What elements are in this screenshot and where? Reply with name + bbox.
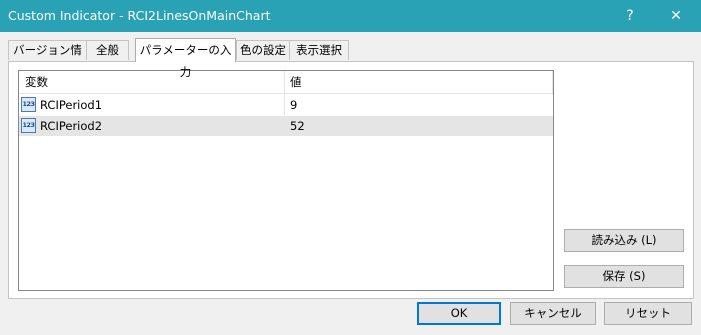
load-button[interactable]: 読み込み (L) xyxy=(564,229,684,252)
parameter-grid[interactable]: 変数 値 123 RCIPeriod1 9 123 RCIPeriod2 52 xyxy=(18,70,554,291)
reset-button[interactable]: リセット xyxy=(604,302,692,325)
tab-colors[interactable]: 色の設定 xyxy=(236,40,290,60)
ok-button[interactable]: OK xyxy=(417,302,501,325)
grid-header: 変数 値 xyxy=(19,71,553,95)
window-title: Custom Indicator - RCI2LinesOnMainChart xyxy=(8,8,271,23)
tab-display-selection[interactable]: 表示選択 xyxy=(289,40,349,60)
cell-divider xyxy=(284,116,285,136)
parameter-value[interactable]: 9 xyxy=(290,98,297,112)
title-bar: Custom Indicator - RCI2LinesOnMainChart … xyxy=(0,0,701,32)
help-button[interactable]: ? xyxy=(607,0,653,32)
table-row[interactable]: 123 RCIPeriod1 9 xyxy=(19,95,553,115)
close-button[interactable]: ✕ xyxy=(653,0,699,32)
cancel-button[interactable]: キャンセル xyxy=(510,302,596,325)
tab-input-parameters[interactable]: パラメーターの入力 xyxy=(135,38,236,79)
parameter-value[interactable]: 52 xyxy=(290,119,305,133)
tab-version-info[interactable]: バージョン情報 xyxy=(8,40,87,76)
column-divider[interactable] xyxy=(284,71,285,95)
save-button[interactable]: 保存 (S) xyxy=(564,265,684,288)
column-header-variable[interactable]: 変数 xyxy=(25,71,48,93)
tab-general[interactable]: 全般 xyxy=(86,40,129,60)
parameter-name: RCIPeriod1 xyxy=(40,98,103,112)
column-header-value[interactable]: 値 xyxy=(290,71,302,93)
column-divider[interactable] xyxy=(552,71,553,95)
integer-icon: 123 xyxy=(21,97,36,112)
integer-icon: 123 xyxy=(21,118,36,133)
parameter-name: RCIPeriod2 xyxy=(40,119,103,133)
cell-divider xyxy=(284,95,285,115)
table-row[interactable]: 123 RCIPeriod2 52 xyxy=(19,116,553,136)
